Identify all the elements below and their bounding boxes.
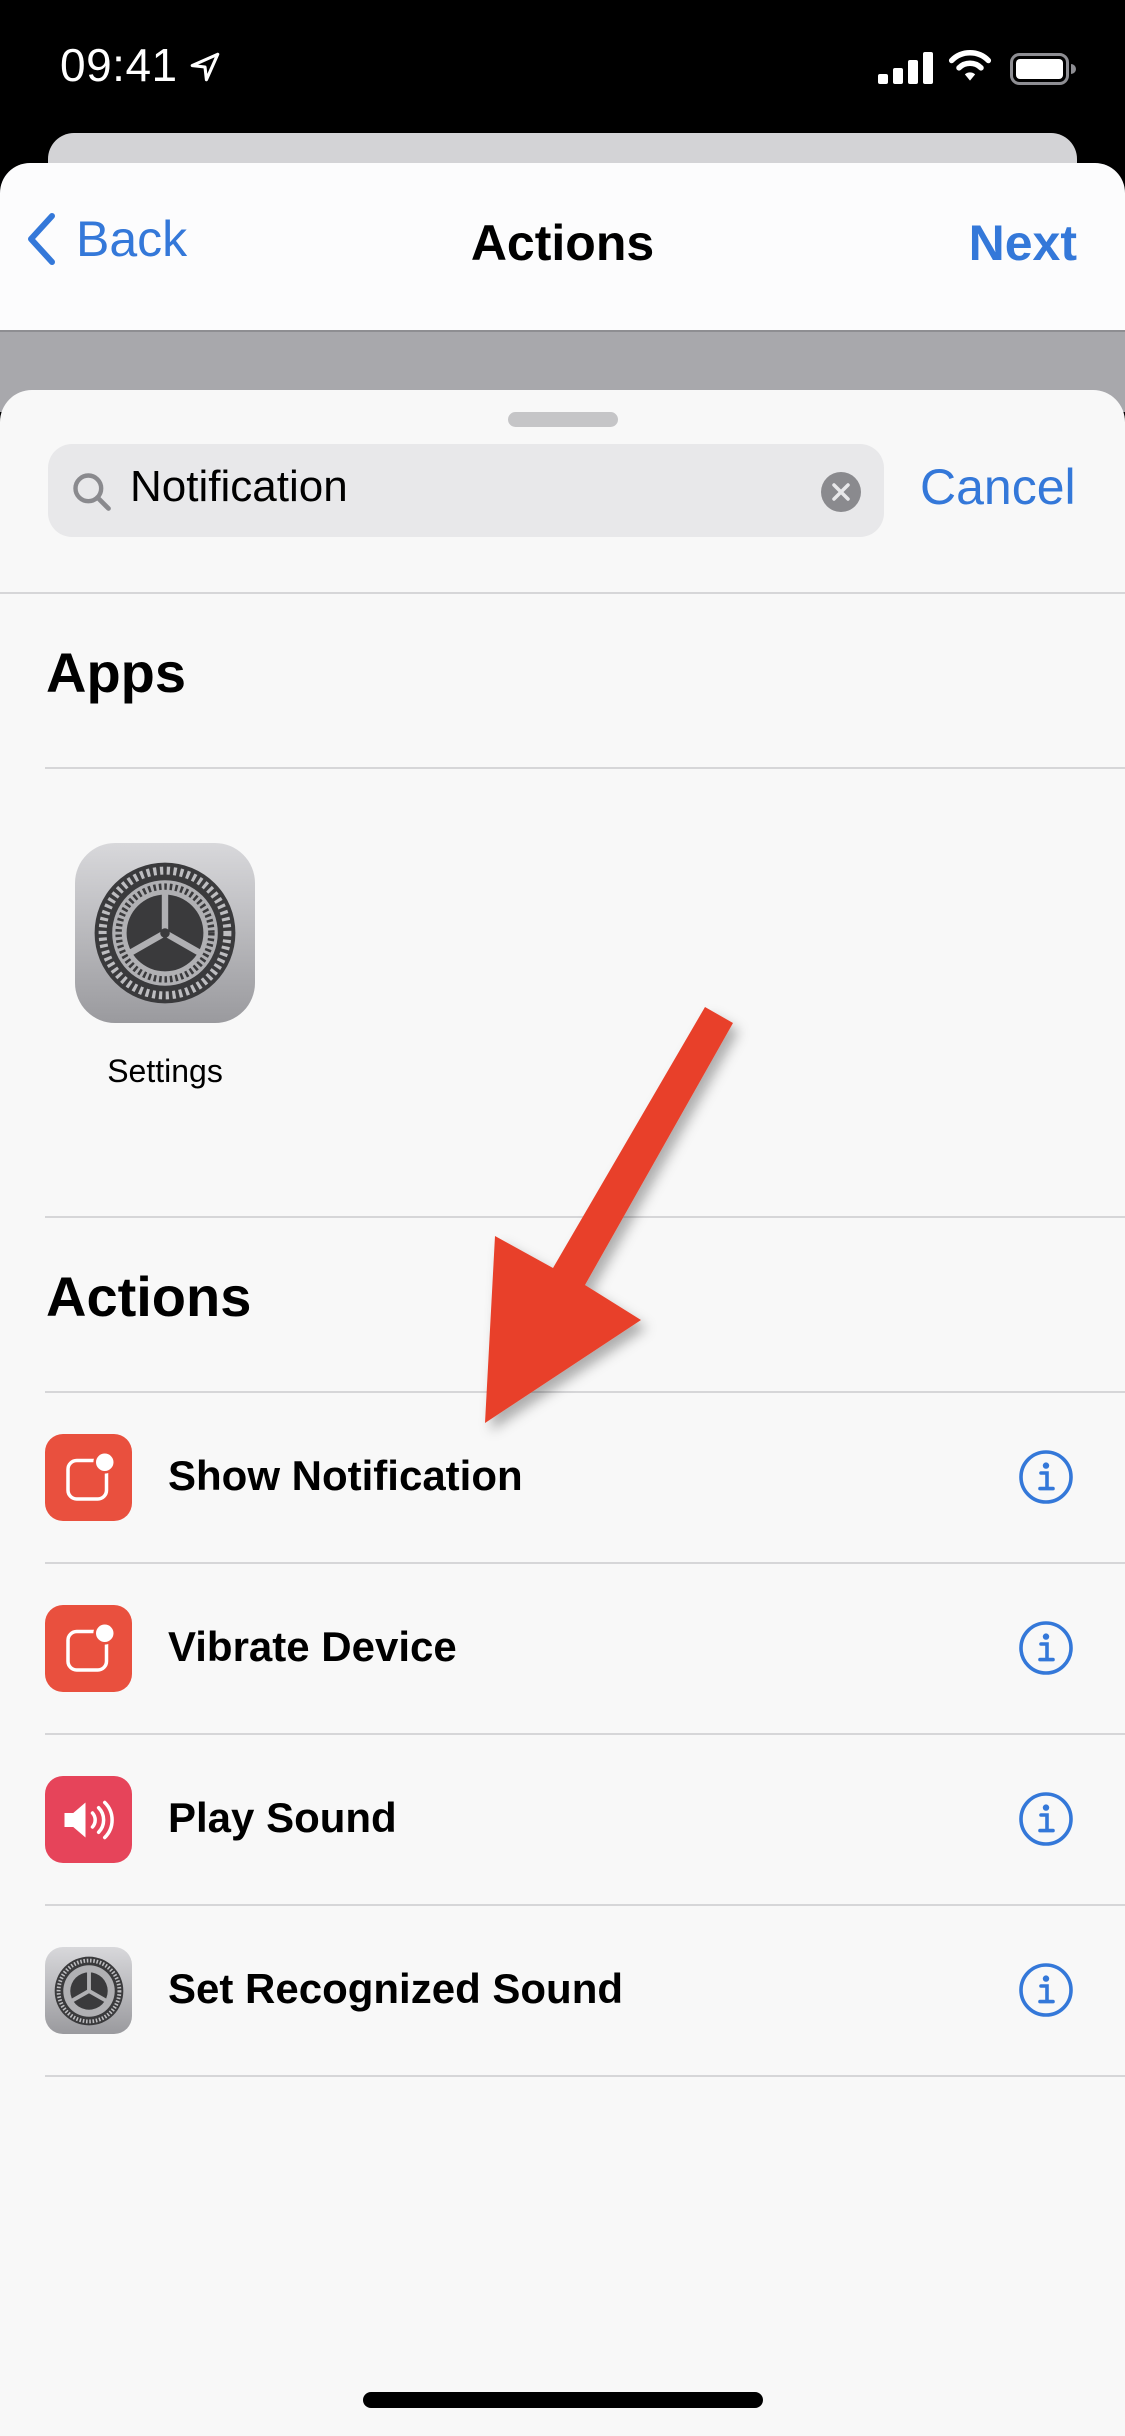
cellular-signal-icon	[878, 52, 933, 84]
actions-section-title: Actions	[46, 1265, 252, 1328]
info-icon[interactable]	[1018, 1449, 1074, 1505]
divider	[45, 767, 1125, 769]
sheet-grabber[interactable]	[508, 412, 618, 427]
app-label-settings: Settings	[107, 1053, 223, 1089]
cancel-button[interactable]: Cancel	[920, 458, 1076, 516]
status-time: 09:41	[60, 39, 178, 91]
app-tile-settings[interactable]	[75, 843, 255, 1023]
location-arrow-icon	[190, 52, 220, 82]
wifi-icon	[948, 50, 992, 81]
next-button[interactable]: Next	[969, 214, 1077, 272]
settings-gear-icon	[45, 1947, 132, 2034]
search-icon	[73, 473, 111, 511]
apps-section-title: Apps	[46, 641, 186, 704]
home-indicator[interactable]	[363, 2392, 763, 2408]
info-icon[interactable]	[1018, 1962, 1074, 2018]
page-title: Actions	[470, 215, 655, 271]
close-icon	[832, 483, 850, 501]
notification-icon	[45, 1434, 132, 1521]
action-label: Vibrate Device	[168, 1623, 457, 1670]
info-icon[interactable]	[1018, 1620, 1074, 1676]
action-label: Set Recognized Sound	[168, 1965, 624, 2012]
action-label: Play Sound	[168, 1794, 397, 1841]
settings-gear-icon	[94, 862, 236, 1004]
divider	[45, 1216, 1125, 1218]
info-icon[interactable]	[1018, 1791, 1074, 1847]
clear-search-button[interactable]	[821, 472, 861, 512]
battery-icon	[1010, 53, 1076, 85]
notification-icon	[45, 1605, 132, 1692]
divider	[0, 592, 1125, 594]
search-value[interactable]: Notification	[130, 462, 348, 512]
divider	[45, 2075, 1125, 2077]
speaker-icon	[45, 1776, 132, 1863]
action-label: Show Notification	[168, 1452, 523, 1499]
